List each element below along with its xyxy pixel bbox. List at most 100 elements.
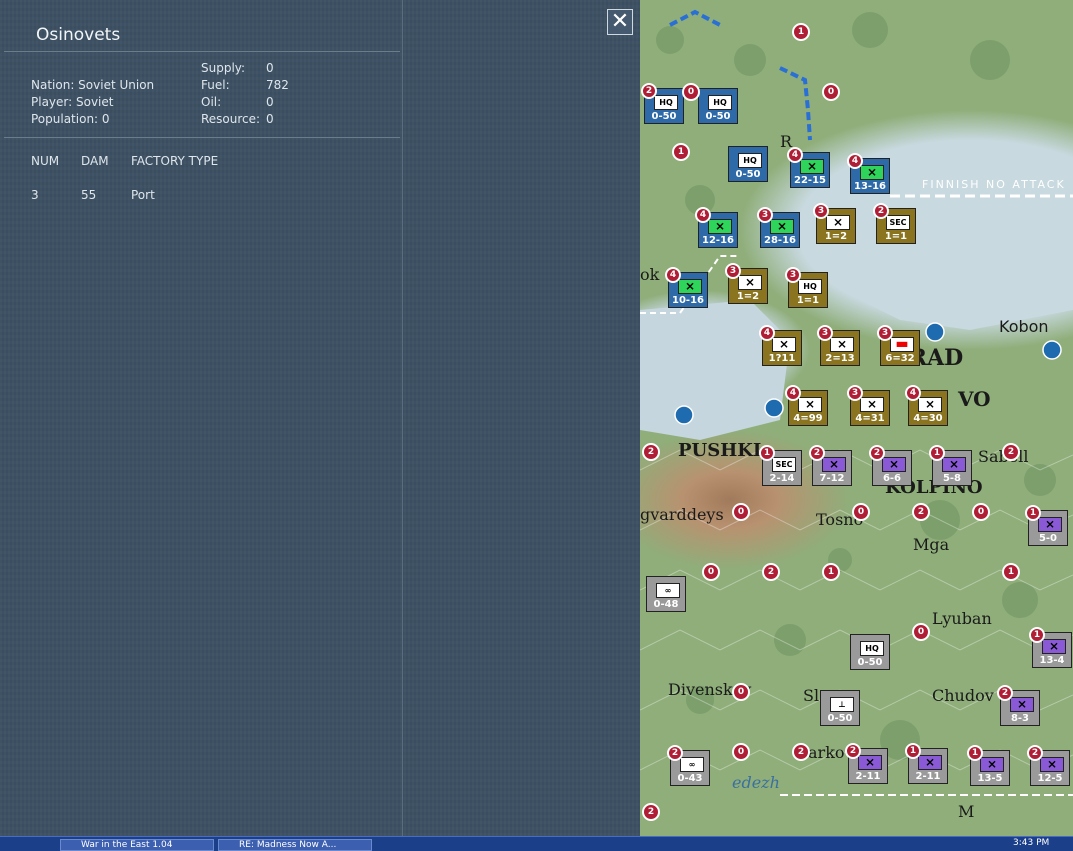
unit-counter[interactable]: ⨯ 10-16 4 [665,267,708,308]
unit-stack-badge: 4 [665,267,681,283]
unit-symbol: ⨯ [860,165,884,180]
unit-symbol: ⨯ [772,337,796,352]
unit-counter[interactable]: ⨯ 1?11 4 [759,325,802,366]
fuel-value: 782 [266,78,289,92]
unit-counter[interactable]: SEC 2-14 1 [759,445,802,486]
unit-counter[interactable]: ⨯ 1=2 3 [725,263,768,304]
map-label-ok: ok [640,265,660,284]
unit-symbol: HQ [708,95,732,110]
unit-stack-badge: 3 [847,385,863,401]
game-map[interactable]: FINNISH NO ATTACK Kobon GRAD VO PUSHKI K… [640,0,1073,836]
unit-stack-badge: 1 [1029,627,1045,643]
hex-control-marker: 1 [822,563,840,581]
unit-counter[interactable]: ⊥ 0-50 [820,690,860,726]
map-label-finnish-no-attack: FINNISH NO ATTACK [922,178,1066,191]
unit-counter[interactable]: ⨯ 13-16 4 [847,153,890,194]
map-label-mga: Mga [913,535,950,554]
unit-strength: 1=1 [884,231,908,242]
border-line-river [779,66,812,141]
map-label-medezh: edezh [732,773,780,792]
unit-stack-badge: 2 [667,745,683,761]
unit-strength: 4=30 [913,413,943,424]
unit-symbol: ⨯ [678,279,702,294]
unit-counter[interactable]: ⨯ 4=99 4 [785,385,828,426]
hex-control-marker: 2 [792,743,810,761]
supply-label: Supply: [201,61,246,75]
unit-counter[interactable]: HQ 0-50 2 [641,83,684,124]
taskbar-item-browser[interactable]: RE: Madness Now A... [218,839,372,851]
map-label-lyuban: Lyuban [932,609,992,628]
player-label: Player: Soviet [31,95,114,109]
unit-symbol: ⨯ [1038,517,1062,532]
unit-counter[interactable]: ⨯ 2=13 3 [817,325,860,366]
unit-counter[interactable]: ⨯ 1=2 3 [813,203,856,244]
unit-strength: 4=99 [793,413,823,424]
unit-symbol: ⨯ [860,397,884,412]
unit-stack-badge: 4 [905,385,921,401]
unit-counter[interactable]: ⨯ 12-5 2 [1027,745,1070,786]
taskbar-item-game[interactable]: War in the East 1.04 [60,839,214,851]
unit-stack-badge: 2 [809,445,825,461]
unit-counter[interactable]: HQ 1=1 3 [785,267,828,308]
city-info-panel: Osinovets Nation: Soviet Union Player: S… [0,0,640,836]
unit-counter[interactable]: HQ 0-50 [728,146,768,182]
population-label: Population: 0 [31,112,110,126]
divider-mid [4,137,400,138]
unit-counter[interactable]: ⨯ 4=30 4 [905,385,948,426]
unit-stack-badge: 2 [641,83,657,99]
unit-counter[interactable]: ⨯ 28-16 3 [757,207,800,248]
unit-counter[interactable]: ⨯ 13-5 1 [967,745,1010,786]
unit-counter[interactable]: SEC 1=1 2 [873,203,916,244]
unit-counter[interactable]: ⨯ 8-3 2 [997,685,1040,726]
nation-label: Nation: Soviet Union [31,78,155,92]
hex-control-marker: 0 [852,503,870,521]
unit-stack-badge: 3 [817,325,833,341]
unit-counter[interactable]: ▬ 6=32 3 [877,325,920,366]
unit-symbol: ⨯ [942,457,966,472]
border-line-north [669,9,721,27]
unit-stack-badge: 4 [785,385,801,401]
unit-symbol: ⨯ [1040,757,1064,772]
unit-counter[interactable]: ⨯ 5-0 1 [1025,505,1068,546]
unit-counter[interactable]: ⨯ 13-4 1 [1029,627,1072,668]
unit-symbol: ⨯ [822,457,846,472]
unit-stack-badge: 2 [997,685,1013,701]
unit-strength: 1?11 [768,353,796,364]
unit-stack-badge: 1 [929,445,945,461]
unit-counter[interactable]: ⨯ 2-11 2 [845,743,888,784]
unit-stack-badge: 2 [845,743,861,759]
unit-strength: 5-0 [1038,533,1058,544]
unit-counter[interactable]: ∞ 0-43 2 [667,745,710,786]
unit-counter[interactable]: ∞ 0-48 [646,576,686,612]
unit-counter[interactable]: HQ 0-50 [850,634,890,670]
unit-symbol: ∞ [656,583,680,598]
unit-symbol: SEC [886,215,910,230]
unit-strength: 0-43 [677,773,703,784]
unit-counter[interactable]: HQ 0-50 [698,88,738,124]
map-label-varka: arko [808,743,845,762]
unit-counter[interactable]: ⨯ 7-12 2 [809,445,852,486]
unit-counter[interactable]: ⨯ 2-11 1 [905,743,948,784]
unit-symbol: ⨯ [858,755,882,770]
unit-counter[interactable]: ⨯ 12-16 4 [695,207,738,248]
unit-stack-badge: 1 [967,745,983,761]
unit-symbol: ⨯ [738,275,762,290]
unit-symbol: ⨯ [826,215,850,230]
unit-stack-badge: 1 [1025,505,1041,521]
unit-counter[interactable]: ⨯ 5-8 1 [929,445,972,486]
column-header-num: NUM [31,154,60,168]
unit-stack-badge: 4 [847,153,863,169]
factory-row-type: Port [131,188,155,202]
unit-symbol: ∞ [680,757,704,772]
unit-counter[interactable]: ⨯ 22-15 4 [787,147,830,188]
unit-symbol: HQ [738,153,762,168]
gulf-shape [640,300,790,440]
unit-counter[interactable]: ⨯ 6-6 2 [869,445,912,486]
system-clock: 3:43 PM [1013,838,1050,848]
unit-symbol: SEC [772,457,796,472]
unit-stack-badge: 2 [873,203,889,219]
unit-strength: 0-50 [827,713,853,724]
close-button[interactable]: ✕ [607,9,633,35]
hex-control-marker: 2 [642,803,660,821]
unit-counter[interactable]: ⨯ 4=31 3 [847,385,890,426]
